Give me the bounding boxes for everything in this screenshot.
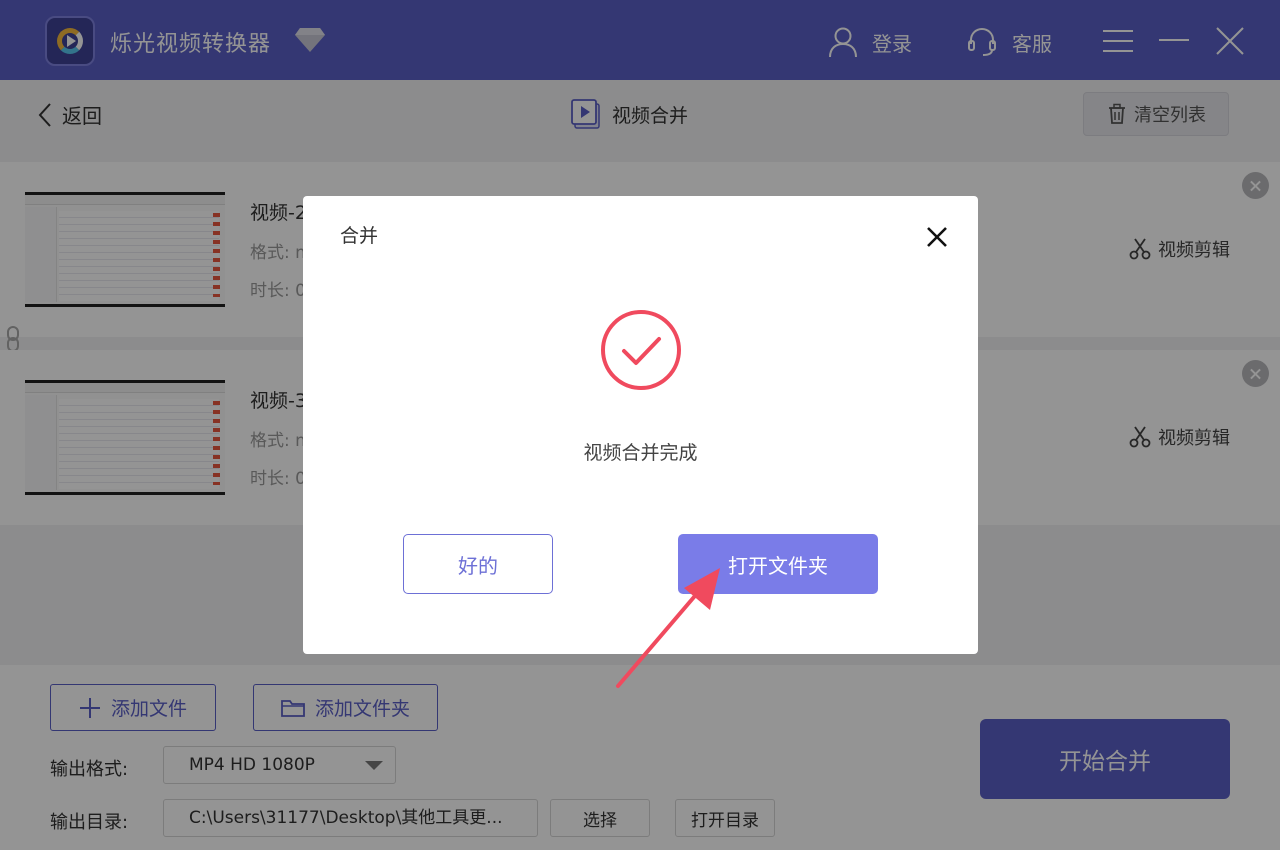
success-check-icon	[601, 310, 681, 390]
dialog-message: 视频合并完成	[583, 442, 698, 464]
ok-button[interactable]: 好的	[403, 534, 553, 594]
dialog-title: 合并	[340, 225, 379, 247]
annotation-arrow-icon	[616, 568, 720, 688]
dialog-close-icon[interactable]	[923, 223, 951, 251]
